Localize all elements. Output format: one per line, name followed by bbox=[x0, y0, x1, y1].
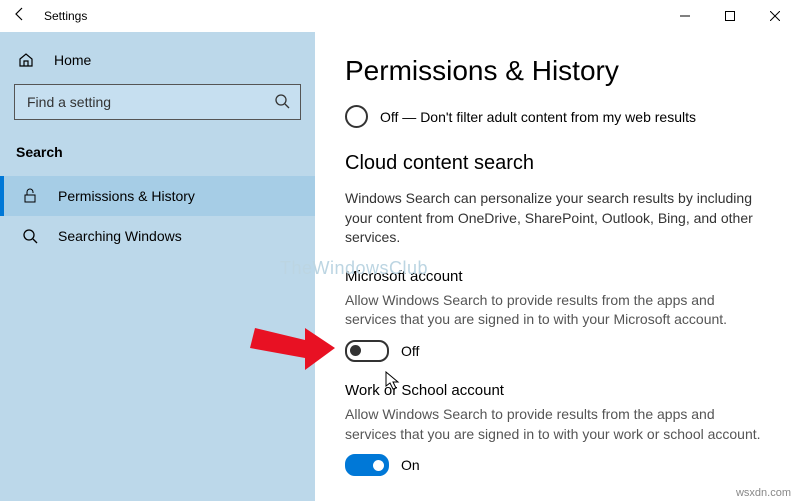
titlebar: Settings bbox=[0, 0, 797, 32]
search-icon bbox=[274, 93, 290, 112]
content-pane: Permissions & History Off — Don't filter… bbox=[315, 32, 797, 501]
home-link[interactable]: Home bbox=[0, 42, 315, 78]
nav-item-label: Searching Windows bbox=[58, 228, 182, 244]
safesearch-off-option[interactable]: Off — Don't filter adult content from my… bbox=[345, 105, 767, 128]
section-heading: Cloud content search bbox=[345, 152, 767, 175]
home-icon bbox=[16, 52, 36, 68]
lock-icon bbox=[20, 188, 40, 204]
watermark-corner: wsxdn.com bbox=[736, 487, 791, 499]
search-input[interactable] bbox=[25, 93, 274, 111]
window-title: Settings bbox=[40, 9, 662, 23]
nav-searching-windows[interactable]: Searching Windows bbox=[0, 216, 315, 256]
radio-label: Off — Don't filter adult content from my… bbox=[380, 109, 696, 125]
close-button[interactable] bbox=[752, 0, 797, 32]
magnifier-icon bbox=[20, 228, 40, 244]
section-description: Windows Search can personalize your sear… bbox=[345, 189, 767, 248]
ms-account-toggle-state: Off bbox=[401, 343, 419, 359]
radio-icon bbox=[345, 105, 368, 128]
nav-item-label: Permissions & History bbox=[58, 188, 195, 204]
sidebar-category: Search bbox=[0, 132, 315, 176]
work-account-toggle[interactable] bbox=[345, 454, 389, 476]
search-box[interactable] bbox=[14, 84, 301, 120]
ms-account-toggle[interactable] bbox=[345, 340, 389, 362]
ms-account-title: Microsoft account bbox=[345, 268, 767, 285]
maximize-button[interactable] bbox=[707, 0, 752, 32]
nav-permissions-history[interactable]: Permissions & History bbox=[0, 176, 315, 216]
minimize-button[interactable] bbox=[662, 0, 707, 32]
work-account-toggle-state: On bbox=[401, 457, 420, 473]
work-account-title: Work or School account bbox=[345, 382, 767, 399]
sidebar: Home Search Permissions & History Search… bbox=[0, 32, 315, 501]
page-heading: Permissions & History bbox=[345, 55, 767, 87]
work-account-desc: Allow Windows Search to provide results … bbox=[345, 405, 767, 444]
home-label: Home bbox=[54, 52, 91, 68]
back-button[interactable] bbox=[0, 6, 40, 27]
ms-account-desc: Allow Windows Search to provide results … bbox=[345, 291, 767, 330]
